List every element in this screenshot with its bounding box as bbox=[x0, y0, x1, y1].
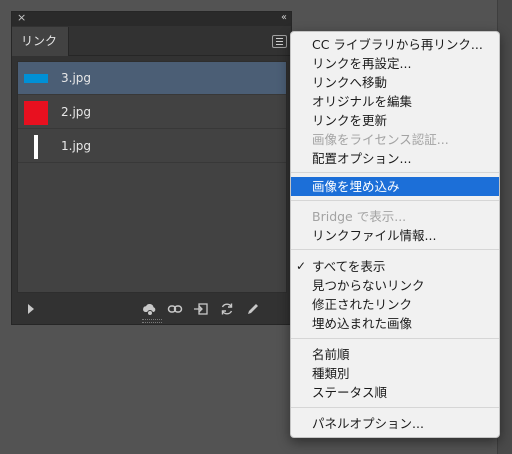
panel-title-bar[interactable]: × ‹‹ bbox=[12, 11, 291, 26]
panel-flyout-menu: CC ライブラリから再リンク... リンクを再設定... リンクへ移動 オリジナ… bbox=[290, 31, 500, 438]
menu-item-edit-original[interactable]: オリジナルを編集 bbox=[291, 92, 499, 111]
panel-footer bbox=[12, 295, 291, 324]
link-name: 1.jpg bbox=[61, 139, 92, 153]
tab-bar: リンク bbox=[12, 26, 291, 56]
list-item[interactable]: 2.jpg bbox=[18, 96, 286, 129]
image-thumbnail bbox=[24, 135, 48, 159]
menu-item-relink-cc-library[interactable]: CC ライブラリから再リンク... bbox=[291, 35, 499, 54]
menu-item-relink[interactable]: リンクを再設定... bbox=[291, 54, 499, 73]
menu-separator bbox=[291, 200, 499, 201]
menu-item-panel-options[interactable]: パネルオプション... bbox=[291, 414, 499, 433]
links-list: 3.jpg 2.jpg 1.jpg bbox=[17, 61, 287, 293]
expand-info-icon[interactable] bbox=[28, 304, 34, 314]
menu-item-link-file-info[interactable]: リンクファイル情報... bbox=[291, 226, 499, 245]
menu-separator bbox=[291, 172, 499, 173]
menu-separator bbox=[291, 338, 499, 339]
menu-item-placement-options[interactable]: 配置オプション... bbox=[291, 149, 499, 168]
close-icon[interactable]: × bbox=[17, 11, 26, 25]
menu-item-show-all[interactable]: ✓ すべてを表示 bbox=[291, 257, 499, 276]
menu-item-reveal-in-bridge: Bridge で表示... bbox=[312, 209, 407, 224]
link-name: 2.jpg bbox=[61, 105, 92, 119]
menu-item-license-image: 画像をライセンス認証... bbox=[312, 132, 449, 147]
image-thumbnail bbox=[24, 101, 48, 125]
menu-item-sort-by-name[interactable]: 名前順 bbox=[291, 345, 499, 364]
menu-item-embedded-images[interactable]: 埋め込まれた画像 bbox=[291, 314, 499, 333]
panel-menu-button[interactable] bbox=[272, 35, 287, 48]
menu-item-embed-image[interactable]: 画像を埋め込み bbox=[291, 177, 499, 196]
list-item[interactable]: 3.jpg bbox=[18, 62, 286, 95]
checkmark-icon: ✓ bbox=[296, 259, 307, 273]
list-item[interactable]: 1.jpg bbox=[18, 130, 286, 163]
menu-item-label: すべてを表示 bbox=[312, 259, 386, 274]
update-link-icon[interactable] bbox=[219, 301, 235, 317]
menu-item-missing-links[interactable]: 見つからないリンク bbox=[291, 276, 499, 295]
relink-icon[interactable] bbox=[167, 301, 183, 317]
tab-links[interactable]: リンク bbox=[12, 27, 69, 56]
menu-item-go-to-link[interactable]: リンクへ移動 bbox=[291, 73, 499, 92]
links-panel: × ‹‹ リンク 3.jpg 2.jpg 1.jpg bbox=[11, 11, 292, 325]
go-to-link-icon[interactable] bbox=[193, 301, 209, 317]
menu-item-sort-by-type[interactable]: 種類別 bbox=[291, 364, 499, 383]
menu-item-update-link[interactable]: リンクを更新 bbox=[291, 111, 499, 130]
edit-original-icon[interactable] bbox=[245, 301, 261, 317]
resize-grip[interactable] bbox=[142, 319, 162, 323]
menu-separator bbox=[291, 407, 499, 408]
collapse-icon[interactable]: ‹‹ bbox=[281, 11, 287, 25]
image-thumbnail bbox=[24, 67, 48, 91]
cc-library-icon[interactable] bbox=[141, 301, 157, 317]
link-name: 3.jpg bbox=[61, 71, 92, 85]
menu-item-modified-links[interactable]: 修正されたリンク bbox=[291, 295, 499, 314]
menu-item-sort-by-status[interactable]: ステータス順 bbox=[291, 383, 499, 402]
menu-separator bbox=[291, 249, 499, 250]
hamburger-icon bbox=[276, 38, 283, 45]
